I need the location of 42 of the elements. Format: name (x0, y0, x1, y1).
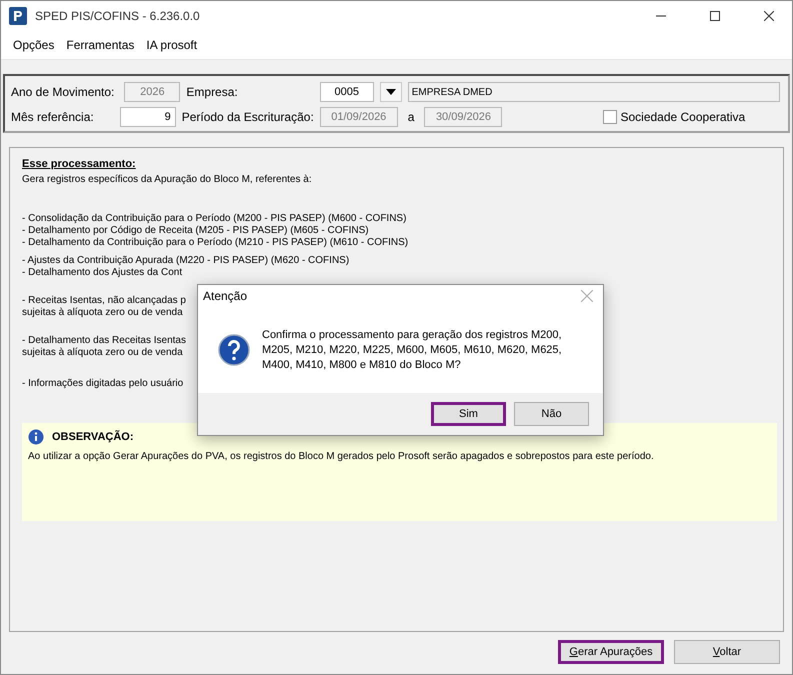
year-field[interactable]: 2026 (124, 82, 180, 102)
field-label: Empresa: (186, 85, 238, 99)
list-line: - Detalhamento da Contribuição para o Período (M210 - PIS PASEP) (M610 - COFINS) (22, 237, 408, 249)
company-code-field[interactable]: 0005 (320, 82, 374, 102)
period-start-field[interactable]: 01/09/2026 (320, 107, 398, 127)
field-label: Período da Escrituração: (182, 110, 314, 124)
dropdown-button[interactable] (380, 82, 402, 102)
month-field[interactable]: 9 (120, 107, 176, 127)
field-label: Mês referência: (11, 110, 94, 124)
section-heading: Esse processamento: (22, 158, 137, 170)
info-icon (28, 429, 44, 445)
checkbox-label: Sociedade Cooperativa (620, 110, 746, 124)
window-title: SPED PIS/COFINS - 6.236.0.0 (35, 9, 201, 23)
question-icon (218, 334, 250, 366)
caret-icon (386, 89, 396, 95)
note-text: Ao utilizar a opção Gerar Apurações do PVA, os registros do Bloco M gerados pelo Prosoft serão apagados e sobrepostos para este período. (28, 451, 655, 462)
field-label: a (406, 110, 416, 124)
dialog-title: Atenção (203, 289, 248, 303)
checkbox[interactable] (603, 110, 618, 124)
list-line: sujeitas à alíquota zero ou de venda (22, 347, 183, 359)
back-button[interactable]: Voltar (674, 640, 780, 664)
generate-button[interactable]: Gerar Apurações (558, 640, 664, 664)
period-end-field[interactable]: 30/09/2026 (424, 107, 502, 127)
app-logo-icon (9, 7, 27, 25)
list-line: - Detalhamento dos Ajustes da Cont (22, 267, 182, 279)
menu-item[interactable]: IA prosoft (140, 38, 204, 52)
list-line: - Ajustes da Contribuição Apurada (M220 - PIS PASEP) (M620 - COFINS) (22, 255, 350, 267)
list-line: - Detalhamento por Código de Receita (M205 - PIS PASEP) (M605 - COFINS) (22, 225, 369, 237)
menu-item[interactable]: Opções (7, 38, 60, 52)
field-label: Ano de Movimento: (11, 85, 114, 99)
list-line: - Consolidação da Contribuição para o Período (M200 - PIS PASEP) (M600 - COFINS) (22, 213, 406, 225)
list-line: - Detalhamento das Receitas Isentas (22, 335, 186, 347)
dialog-message: Confirma o processamento para geração dos registros M200, M205, M210, M220, M225, M600, M605, M610, M620, M625, M400, M410, M800 e M810 do Bloco M? (262, 328, 563, 372)
list-line: sujeitas à alíquota zero ou de venda (22, 307, 183, 319)
dialog-button[interactable]: Sim (431, 402, 506, 426)
list-line: - Receitas Isentas, não alcançadas p (22, 295, 186, 307)
list-line: - Informações digitadas pelo usuário (22, 378, 184, 390)
company-name-field[interactable]: EMPRESA DMED (408, 82, 780, 102)
note-title: OBSERVAÇÃO: (52, 431, 134, 443)
menu-item[interactable]: Ferramentas (60, 38, 140, 52)
intro-text: Gera registros específicos da Apuração do Bloco M, referentes à: (22, 174, 313, 185)
dialog-button[interactable]: Não (514, 402, 589, 426)
